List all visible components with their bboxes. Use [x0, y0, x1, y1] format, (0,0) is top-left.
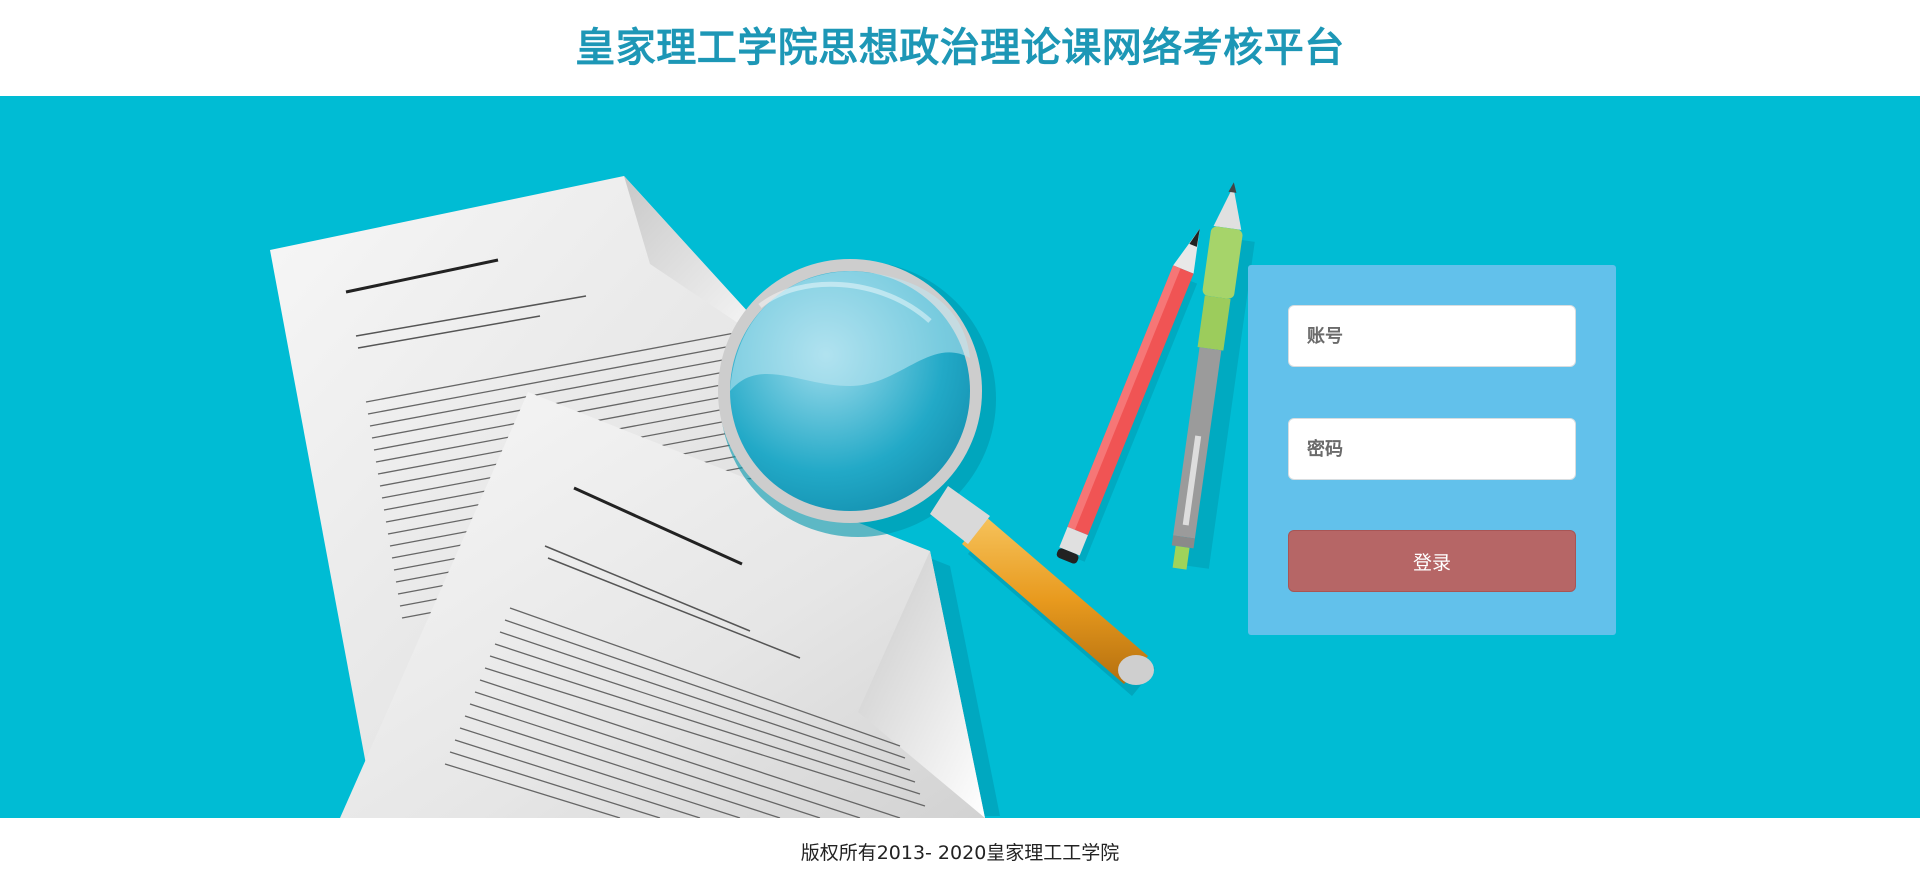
- hero-banner: 登录: [0, 96, 1920, 818]
- username-field[interactable]: [1288, 305, 1576, 367]
- copyright-text: 版权所有2013- 2020皇家理工工学院: [800, 842, 1120, 864]
- hero-illustration: [270, 176, 1255, 818]
- password-field[interactable]: [1288, 418, 1576, 480]
- footer: 版权所有2013- 2020皇家理工工学院: [0, 818, 1920, 875]
- page-title: 皇家理工学院思想政治理论课网络考核平台: [575, 25, 1345, 71]
- header: 皇家理工学院思想政治理论课网络考核平台: [0, 0, 1920, 96]
- login-button[interactable]: 登录: [1288, 530, 1576, 592]
- login-panel: 登录: [1248, 265, 1616, 635]
